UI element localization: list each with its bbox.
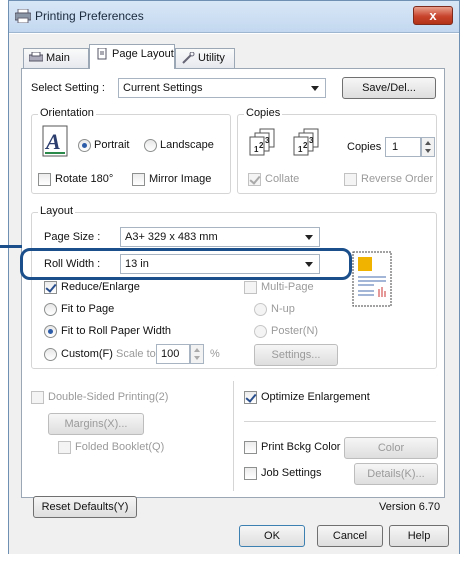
printer-tab-icon <box>29 52 43 62</box>
double-sided-label: Double-Sided Printing(2) <box>48 391 169 403</box>
mirror-image-label: Mirror Image <box>149 173 212 185</box>
roll-width-highlight <box>20 248 352 280</box>
page-layout-panel: Select Setting : Current Settings Save/D… <box>21 68 445 498</box>
margins-button[interactable]: Margins(X)... <box>48 413 144 435</box>
print-bckg-color-checkbox[interactable] <box>244 441 257 454</box>
select-setting-label: Select Setting : <box>31 82 105 94</box>
close-icon: x <box>429 8 437 23</box>
scale-value: 100 <box>161 348 180 360</box>
cancel-button[interactable]: Cancel <box>317 525 383 547</box>
chevron-down-icon <box>305 235 313 240</box>
tab-page-layout[interactable]: Page Layout <box>89 44 175 69</box>
portrait-radio[interactable] <box>78 139 91 152</box>
portrait-label: Portrait <box>94 139 130 151</box>
collate-pages-icon: 1 23 1 23 <box>249 128 319 156</box>
svg-text:A: A <box>44 129 61 154</box>
tab-main-label: Main <box>46 52 70 64</box>
layout-settings-button[interactable]: Settings... <box>254 344 338 366</box>
scale-spinner[interactable] <box>190 344 204 364</box>
fit-to-page-label: Fit to Page <box>61 303 115 315</box>
reverse-order-label: Reverse Order <box>361 173 434 185</box>
layout-caption: Layout <box>38 205 76 217</box>
portrait-preview-icon: A <box>42 125 68 157</box>
copies-input[interactable]: 1 <box>385 137 421 157</box>
svg-text:3: 3 <box>265 136 270 145</box>
select-setting-dropdown[interactable]: Current Settings <box>118 78 326 98</box>
job-settings-label: Job Settings <box>261 467 322 479</box>
scale-to-label: Scale to <box>116 348 156 360</box>
wrench-icon <box>182 52 195 64</box>
fit-to-page-radio[interactable] <box>44 303 57 316</box>
version-label: Version 6.70 <box>379 501 441 513</box>
details-button[interactable]: Details(K)... <box>354 463 438 485</box>
n-up-radio[interactable] <box>254 303 267 316</box>
layout-preview-icon <box>352 251 392 307</box>
copies-value: 1 <box>392 141 399 153</box>
save-del-button[interactable]: Save/Del... <box>342 77 436 99</box>
fit-to-roll-radio[interactable] <box>44 325 57 338</box>
reduce-enlarge-label: Reduce/Enlarge <box>61 281 140 293</box>
multi-page-label: Multi-Page <box>261 281 314 293</box>
reverse-order-checkbox[interactable] <box>344 173 357 186</box>
mirror-image-checkbox[interactable] <box>132 173 145 186</box>
svg-text:2: 2 <box>303 141 308 150</box>
chevron-down-icon <box>311 86 319 91</box>
rotate180-checkbox[interactable] <box>38 173 51 186</box>
percent-label: % <box>210 348 220 360</box>
optimize-enlargement-label: Optimize Enlargement <box>261 391 370 403</box>
n-up-label: N-up <box>271 303 295 315</box>
custom-radio[interactable] <box>44 348 57 361</box>
landscape-radio[interactable] <box>144 139 157 152</box>
dialog-client: Main Page Layout Utility Select Setting … <box>9 34 459 554</box>
tab-main[interactable]: Main <box>23 48 89 68</box>
reset-defaults-button[interactable]: Reset Defaults(Y) <box>33 496 137 518</box>
tab-utility-label: Utility <box>198 52 225 64</box>
printer-icon <box>15 9 31 23</box>
folded-booklet-checkbox[interactable] <box>58 441 71 454</box>
double-sided-checkbox[interactable] <box>31 391 44 404</box>
callout-line <box>0 245 22 248</box>
landscape-label: Landscape <box>160 139 214 151</box>
page-size-value: A3+ 329 x 483 mm <box>125 231 218 243</box>
tab-page-layout-label: Page Layout <box>112 48 174 60</box>
multi-page-checkbox[interactable] <box>244 281 257 294</box>
horizontal-divider <box>244 421 436 422</box>
orientation-caption: Orientation <box>38 107 96 119</box>
copies-spinner[interactable] <box>421 137 435 157</box>
reduce-enlarge-checkbox[interactable] <box>44 281 57 294</box>
help-button[interactable]: Help <box>389 525 449 547</box>
optimize-enlargement-checkbox[interactable] <box>244 391 257 404</box>
poster-label: Poster(N) <box>271 325 319 337</box>
print-bckg-color-label: Print Bckg Color <box>261 441 341 453</box>
window-title: Printing Preferences <box>35 9 144 23</box>
collate-label: Collate <box>265 173 300 185</box>
vertical-divider <box>233 381 234 491</box>
color-settings-button[interactable]: Color Settings(H)... <box>344 437 438 474</box>
tab-utility[interactable]: Utility <box>175 48 235 68</box>
page-size-dropdown[interactable]: A3+ 329 x 483 mm <box>120 227 320 247</box>
collate-checkbox[interactable] <box>248 173 261 186</box>
svg-text:2: 2 <box>259 141 264 150</box>
job-settings-checkbox[interactable] <box>244 467 257 480</box>
fit-to-roll-label: Fit to Roll Paper Width <box>61 325 172 337</box>
ok-button[interactable]: OK <box>239 525 305 547</box>
select-setting-value: Current Settings <box>123 82 203 94</box>
scale-input[interactable]: 100 <box>156 344 190 364</box>
svg-text:3: 3 <box>309 136 314 145</box>
page-icon <box>97 48 107 60</box>
close-button[interactable]: x <box>413 6 453 25</box>
folded-booklet-label: Folded Booklet(Q) <box>75 441 165 453</box>
title-bar[interactable]: Printing Preferences x <box>9 1 459 33</box>
rotate180-label: Rotate 180° <box>55 173 114 185</box>
page-size-label: Page Size : <box>44 231 101 243</box>
custom-label: Custom(F) <box>61 348 113 360</box>
poster-radio[interactable] <box>254 325 267 338</box>
copies-caption: Copies <box>244 107 283 119</box>
copies-label: Copies : <box>347 141 388 153</box>
